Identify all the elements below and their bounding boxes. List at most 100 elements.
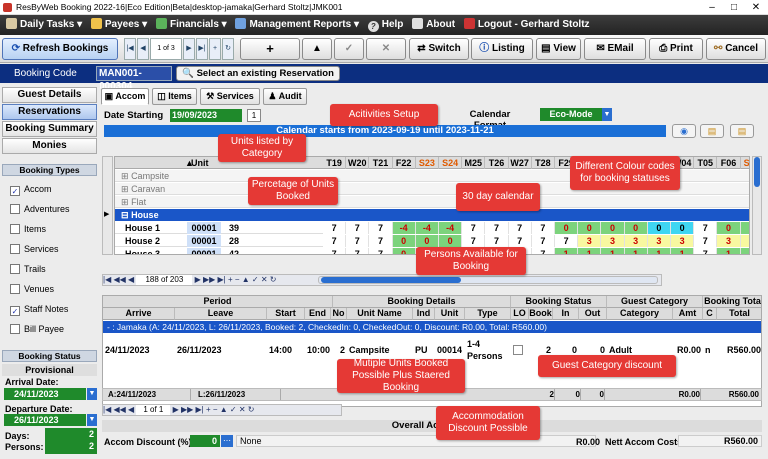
availability-cell[interactable]: 3 xyxy=(740,235,749,247)
availability-cell[interactable]: 7 xyxy=(323,248,347,254)
column-header-ind[interactable]: Ind xyxy=(413,308,435,320)
column-header-type[interactable]: Type xyxy=(465,308,511,320)
prev-record-button[interactable]: ◀ xyxy=(137,38,149,60)
availability-cell[interactable]: 3 xyxy=(671,235,695,247)
type-trails[interactable]: Trails xyxy=(10,264,46,274)
availability-cell[interactable]: 0 xyxy=(717,222,741,234)
availability-cell[interactable]: 7 xyxy=(462,235,486,247)
availability-cell[interactable]: 7 xyxy=(369,222,393,234)
cell-end[interactable]: 10:00 xyxy=(307,338,330,362)
record-nav-icons[interactable]: |◀ ◀◀ ◀ xyxy=(103,275,134,284)
column-header-leave[interactable]: Leave xyxy=(175,308,267,320)
horizontal-scrollbar[interactable] xyxy=(318,276,658,284)
discount-description[interactable]: None xyxy=(236,435,596,447)
scroll-thumb[interactable] xyxy=(754,157,760,187)
availability-cell[interactable]: 1 xyxy=(601,248,625,254)
availability-cell[interactable]: 0 xyxy=(647,222,671,234)
arrival-dropdown-icon[interactable]: ▼ xyxy=(87,388,97,400)
availability-cell[interactable]: 7 xyxy=(531,248,555,254)
departure-dropdown-icon[interactable]: ▼ xyxy=(87,414,97,426)
type-adventures[interactable]: Adventures xyxy=(10,204,70,214)
calendar-format-select[interactable]: Eco-Mode xyxy=(540,108,602,121)
h-scroll-thumb[interactable] xyxy=(321,277,461,283)
availability-cell[interactable]: 1 xyxy=(578,248,602,254)
availability-cell[interactable]: 0 xyxy=(740,222,749,234)
checkbox[interactable] xyxy=(10,204,20,214)
availability-cell[interactable]: 1 xyxy=(555,248,579,254)
availability-cell[interactable]: 7 xyxy=(369,248,393,254)
tab-services[interactable]: ⚒ Services xyxy=(200,88,260,105)
type-bill-payee[interactable]: Bill Payee xyxy=(10,324,64,334)
menu-help[interactable]: ? Help xyxy=(367,15,403,35)
discard-button[interactable]: ✕ xyxy=(366,38,406,60)
maximize-icon[interactable]: □ xyxy=(724,0,744,15)
type-services[interactable]: Services xyxy=(10,244,59,254)
nav-reservations[interactable]: Reservations xyxy=(2,104,97,120)
switch-button[interactable]: ⇄ Switch xyxy=(409,38,469,60)
nav-booking-summary[interactable]: Booking Summary xyxy=(2,121,97,137)
availability-cell[interactable]: 0 xyxy=(392,235,416,247)
availability-cell[interactable]: 7 xyxy=(531,235,555,247)
tab-audit[interactable]: ♟ Audit xyxy=(263,88,307,105)
type-venues[interactable]: Venues xyxy=(10,284,54,294)
availability-cell[interactable]: 7 xyxy=(462,222,486,234)
calendar-picker-icon[interactable]: 1 xyxy=(247,109,261,122)
menu-management-reports[interactable]: Management Reports ▾ xyxy=(235,15,359,35)
category-house[interactable]: ⊟ House xyxy=(115,209,749,221)
checkbox[interactable] xyxy=(10,284,20,294)
cell-leave[interactable]: 26/11/2023 xyxy=(177,338,265,362)
checkbox[interactable]: ✓ xyxy=(10,186,20,196)
tab-accom[interactable]: ▣ Accom xyxy=(101,88,149,105)
cell-type[interactable]: 1-4 Persons xyxy=(467,338,509,362)
availability-cell[interactable]: 1 xyxy=(717,248,741,254)
availability-cell[interactable]: 7 xyxy=(323,235,347,247)
close-icon[interactable]: ✕ xyxy=(746,0,766,15)
checkbox[interactable] xyxy=(10,264,20,274)
availability-cell[interactable]: 3 xyxy=(717,235,741,247)
availability-cell[interactable]: 1 xyxy=(740,248,749,254)
format-dropdown-icon[interactable]: ▼ xyxy=(602,108,612,121)
arrival-date-field[interactable]: 24/11/2023 xyxy=(4,388,86,400)
menu-about[interactable]: About xyxy=(412,15,455,35)
tab-items[interactable]: ◫ Items xyxy=(152,88,197,105)
date-starting-field[interactable]: 19/09/2023 xyxy=(170,109,242,122)
availability-cell[interactable]: 1 xyxy=(671,248,695,254)
select-reservation-button[interactable]: 🔍 Select an existing Reservation xyxy=(176,66,340,81)
availability-cell[interactable]: 7 xyxy=(346,222,370,234)
accom-discount-field[interactable]: 0 xyxy=(190,435,220,447)
column-header-in[interactable]: In xyxy=(553,308,579,320)
availability-cell[interactable]: 7 xyxy=(369,235,393,247)
add-record-button[interactable]: + xyxy=(209,38,221,60)
menu-daily-tasks[interactable]: Daily Tasks ▾ xyxy=(6,15,82,35)
first-record-button[interactable]: |◀ xyxy=(124,38,136,60)
cell-arrive[interactable]: 24/11/2023 xyxy=(105,338,173,362)
availability-cell[interactable]: 7 xyxy=(555,235,579,247)
vertical-scrollbar[interactable] xyxy=(752,156,762,255)
availability-cell[interactable]: 7 xyxy=(508,235,532,247)
availability-cell[interactable]: 1 xyxy=(647,248,671,254)
calendar-row[interactable]: House 2000012877700077777333337337 xyxy=(115,235,749,247)
availability-cell[interactable]: 7 xyxy=(531,222,555,234)
collapse-icon[interactable]: ⊟ xyxy=(121,210,129,220)
availability-cell[interactable]: 0 xyxy=(392,248,416,254)
availability-cell[interactable]: 0 xyxy=(555,222,579,234)
open-folder-button[interactable]: ▤ xyxy=(700,124,724,138)
availability-cell[interactable]: 7 xyxy=(346,235,370,247)
view-button[interactable]: ▤ View xyxy=(536,38,581,60)
save-folder-button[interactable]: ▤ xyxy=(730,124,754,138)
checkbox[interactable] xyxy=(10,324,20,334)
column-header-total[interactable]: Total xyxy=(717,308,761,320)
menu-logout[interactable]: Logout - Gerhard Stoltz xyxy=(463,15,590,35)
availability-cell[interactable]: 7 xyxy=(346,248,370,254)
calendar-row[interactable]: House 10000139777-4-4-477770000007007 xyxy=(115,222,749,234)
availability-cell[interactable]: 7 xyxy=(694,235,718,247)
cell-start[interactable]: 14:00 xyxy=(269,338,303,362)
availability-cell[interactable]: 0 xyxy=(624,222,648,234)
availability-cell[interactable]: 0 xyxy=(415,235,439,247)
menu-payees[interactable]: Payees ▾ xyxy=(90,15,147,35)
availability-cell[interactable]: 7 xyxy=(485,235,509,247)
lo-checkbox[interactable] xyxy=(513,338,527,362)
record-nav-icons[interactable]: ▶ ▶▶ ▶| + − ▲ ✓ ✕ ↻ xyxy=(195,275,277,284)
availability-cell[interactable]: -4 xyxy=(415,222,439,234)
category-flat[interactable]: ⊞ Flat xyxy=(115,196,749,208)
